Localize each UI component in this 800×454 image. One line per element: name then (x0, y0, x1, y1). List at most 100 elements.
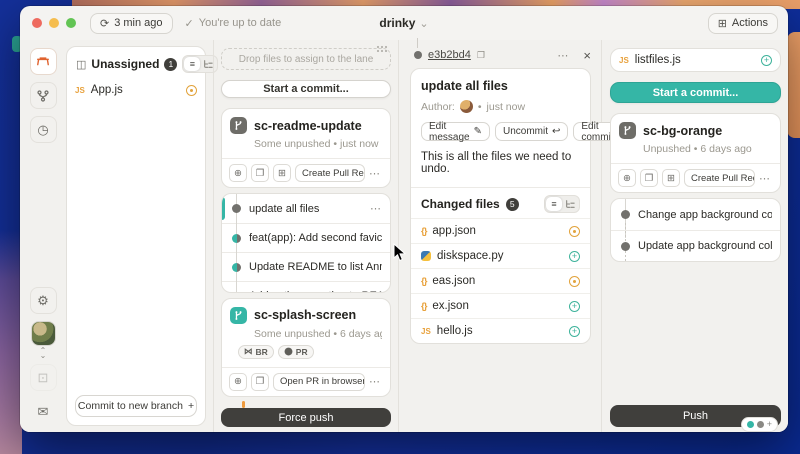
json-file-icon: {} (421, 301, 426, 312)
branch-card-sc-splash-screen: sc-splash-screen Some unpushed • 6 days … (221, 298, 391, 397)
overflow-menu-button[interactable]: ⋯ (759, 172, 773, 185)
copy-button[interactable]: ❐ (251, 164, 269, 182)
js-file-icon: JS (421, 327, 431, 336)
stack-dot-active (747, 421, 754, 428)
changed-files-count-badge: 5 (506, 198, 519, 211)
list-view-toggle[interactable]: ≡ (184, 57, 200, 71)
start-commit-label: Start a commit... (653, 87, 739, 99)
commit-row[interactable]: Update README to list Anne as pr... (222, 252, 390, 281)
sidebar-item-settings[interactable]: ⚙ (30, 287, 57, 314)
changed-files-list: {} app.json diskspace.py + {} eas.json (411, 218, 590, 343)
force-push-button[interactable]: Force push (221, 408, 391, 427)
branch-card-sc-readme-update: sc-readme-update Some unpushed • just no… (221, 108, 391, 188)
target-button[interactable]: ⊕ (229, 164, 247, 182)
sidebar-item-inbox[interactable]: ⊡ (30, 364, 57, 391)
sidebar-item-feedback[interactable]: ✉ (30, 398, 57, 425)
uptodate-label: You're up to date (199, 17, 281, 29)
file-row[interactable]: {} eas.json (411, 268, 590, 293)
file-row[interactable]: {} app.json (411, 218, 590, 243)
commit-row[interactable]: feat(app): Add second favicon to ... (222, 223, 390, 252)
new-branch-label: Commit to new branch (78, 400, 183, 412)
file-name: ex.json (432, 300, 468, 312)
file-row-listfiles[interactable]: JS listfiles.js + (611, 49, 780, 71)
changed-files-header: Changed files 5 ≡ (411, 187, 590, 218)
butler-review-badge[interactable]: ⋈ BR (238, 345, 274, 359)
start-commit-button[interactable]: Start a commit... (221, 80, 391, 98)
file-name: app.json (432, 225, 475, 237)
branch-name: sc-splash-screen (254, 308, 356, 322)
open-pr-button[interactable]: Open PR in browser ↗ (273, 373, 365, 391)
file-row[interactable]: JS hello.js + (411, 318, 590, 343)
branch-title-row[interactable]: sc-splash-screen (230, 307, 382, 324)
create-pr-button[interactable]: Create Pull Request (295, 164, 365, 182)
overflow-menu-button[interactable]: ⋯ (369, 167, 383, 180)
wallpaper-left-band (0, 230, 22, 454)
commit-message: Add authors section to README file (249, 290, 382, 293)
copy-icon: ❐ (256, 168, 265, 179)
target-button[interactable]: ⊕ (618, 169, 636, 187)
branch-title-row[interactable]: sc-bg-orange (619, 122, 772, 139)
commit-sha-link[interactable]: e3b2bd4 (428, 49, 471, 61)
traffic-lights (32, 18, 76, 28)
pull-request-badge[interactable]: PR (278, 345, 314, 359)
file-row[interactable]: {} ex.json + (411, 293, 590, 318)
copy-button[interactable]: ❐ (640, 169, 658, 187)
file-row[interactable]: diskspace.py + (411, 243, 590, 268)
branch-name: sc-readme-update (254, 119, 362, 133)
br-badge-label: BR (256, 347, 268, 357)
tree-view-toggle[interactable] (562, 197, 578, 211)
actions-button[interactable]: ⊞ Actions (708, 13, 778, 34)
branches-icon (36, 89, 50, 103)
uncommit-button[interactable]: Uncommit ↩ (495, 122, 568, 141)
stack-indicator[interactable]: + (741, 417, 778, 432)
file-dropzone[interactable]: Drop files to assign to the lane (221, 48, 391, 70)
project-name: drinky (379, 16, 415, 30)
review-button[interactable]: ⊞ (662, 169, 680, 187)
lane-drag-handle-icon[interactable] (376, 45, 389, 52)
force-push-label: Force push (278, 412, 333, 424)
commit-row[interactable]: Change app background color t... (611, 199, 780, 230)
minimize-window-button[interactable] (49, 18, 59, 28)
mail-icon: ✉ (38, 404, 49, 420)
create-pr-label: Create Pull Req... (691, 173, 755, 184)
copy-button[interactable]: ❐ (251, 373, 269, 391)
file-name: App.js (91, 84, 123, 96)
sidebar-item-workspace[interactable] (30, 48, 57, 75)
close-window-button[interactable] (32, 18, 42, 28)
file-row-appjs[interactable]: JS App.js (67, 79, 205, 101)
dropzone-label: Drop files to assign to the lane (239, 54, 374, 65)
list-view-toggle[interactable]: ≡ (546, 197, 562, 211)
status-added-icon: + (569, 251, 580, 262)
target-button[interactable]: ⊕ (229, 373, 247, 391)
user-avatar[interactable] (31, 321, 56, 346)
account-switcher[interactable]: ⌃ ⌄ (40, 348, 47, 358)
commit-overflow-button[interactable]: ⋯ (370, 202, 382, 215)
zoom-window-button[interactable] (66, 18, 76, 28)
copy-sha-icon[interactable]: ❐ (477, 50, 485, 61)
close-detail-button[interactable]: × (583, 48, 591, 63)
sync-label: 3 min ago (114, 17, 162, 29)
detail-overflow-button[interactable]: ⋯ (557, 49, 569, 62)
create-pr-button[interactable]: Create Pull Req... (684, 169, 755, 187)
commit-row[interactable]: Add authors section to README file (222, 281, 390, 293)
commit-row-selected[interactable]: update all files ⋯ (222, 194, 390, 223)
overflow-menu-button[interactable]: ⋯ (369, 375, 383, 388)
unassigned-header: ◫ Unassigned 1 ≡ (67, 47, 205, 79)
commit-title: update all files (421, 79, 580, 93)
edit-message-button[interactable]: Edit message ✎ (421, 122, 490, 141)
review-button[interactable]: ⊞ (273, 164, 291, 182)
start-commit-button[interactable]: Start a commit... (610, 82, 781, 103)
main-content: ◷ ⚙ ⌃ ⌄ ⊡ ✉ ◫ Unassigned 1 (20, 40, 788, 432)
commit-row[interactable]: Update app background color t... (611, 230, 780, 261)
branch-icon (230, 307, 247, 324)
project-switcher[interactable]: drinky ⌄ (379, 16, 428, 30)
panel-icon: ◫ (76, 58, 86, 71)
commit-to-new-branch-button[interactable]: Commit to new branch + (75, 395, 197, 417)
view-toggle: ≡ (544, 195, 580, 213)
sync-button[interactable]: ⟳ 3 min ago (90, 13, 173, 34)
sidebar-item-branches[interactable] (30, 82, 57, 109)
actions-label: Actions (732, 17, 768, 29)
push-button[interactable]: Push + (610, 405, 781, 427)
branch-title-row[interactable]: sc-readme-update (230, 117, 382, 134)
sidebar-item-history[interactable]: ◷ (30, 116, 57, 143)
